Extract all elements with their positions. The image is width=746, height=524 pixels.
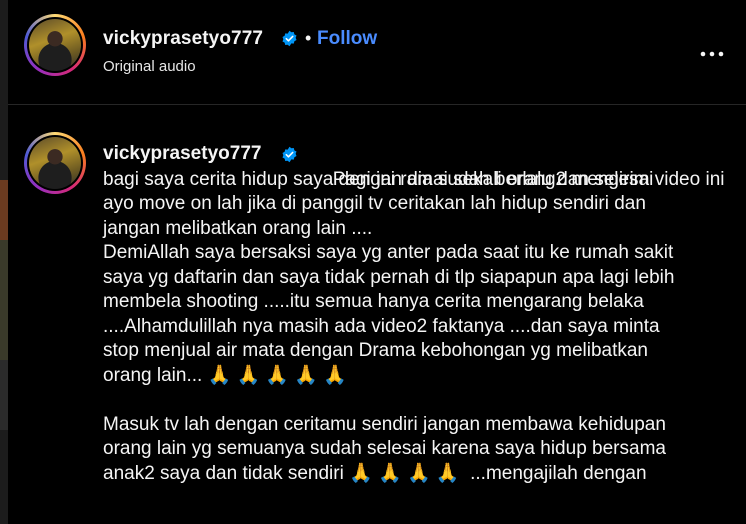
caption-line: membela shooting .....itu semua hanya ce… — [103, 291, 644, 312]
caption-line: ayo move on lah jika di panggil tv cerit… — [103, 193, 646, 214]
background-thumbnail — [0, 180, 8, 240]
caption-line: Masuk tv lah dengan ceritamu sendiri jan… — [103, 413, 666, 435]
background-strip — [0, 0, 8, 524]
caption-line: orang lain... 🙏 🙏 🙏 🙏 🙏 — [103, 364, 347, 386]
background-thumbnail — [0, 360, 8, 430]
caption-username-link[interactable]: vickyprasetyo777 — [103, 143, 261, 165]
caption-line: jangan melibatkan orang lain .... — [103, 217, 373, 239]
background-thumbnail — [0, 240, 8, 360]
verified-badge-icon — [282, 30, 297, 47]
caption-line — [103, 388, 746, 413]
username-link[interactable]: vickyprasetyo777 — [103, 28, 263, 50]
post-header: vickyprasetyo777 • Follow Original audio — [8, 0, 746, 105]
caption-line: ....Alhamdulillah nya masih ada video2 f… — [103, 315, 660, 337]
caption-text: Pagi ini ramai sekali orang2 mengirim vi… — [103, 143, 746, 486]
caption-line: bagi saya cerita hidup saya dengan dia s… — [103, 168, 654, 190]
caption-avatar[interactable] — [24, 132, 86, 194]
caption-line: saya yg daftarin dan saya tidak pernah d… — [103, 266, 675, 288]
original-audio-link[interactable]: Original audio — [103, 58, 196, 75]
post-panel: vickyprasetyo777 • Follow Original audio… — [8, 0, 746, 524]
caption-line: stop menjual air mata dengan Drama keboh… — [103, 340, 648, 361]
follow-button[interactable]: Follow — [317, 28, 377, 50]
profile-avatar[interactable] — [24, 14, 86, 76]
separator-dot: • — [305, 28, 312, 48]
caption-line: orang lain yg semuanya sudah selesai kar… — [103, 438, 666, 459]
caption-line: anak2 saya dan tidak sendiri 🙏 🙏 🙏 🙏 ...… — [103, 462, 647, 484]
caption-line: DemiAllah saya bersaksi saya yg anter pa… — [103, 242, 674, 263]
more-options-icon[interactable] — [700, 34, 724, 65]
verified-badge-icon — [282, 146, 297, 163]
